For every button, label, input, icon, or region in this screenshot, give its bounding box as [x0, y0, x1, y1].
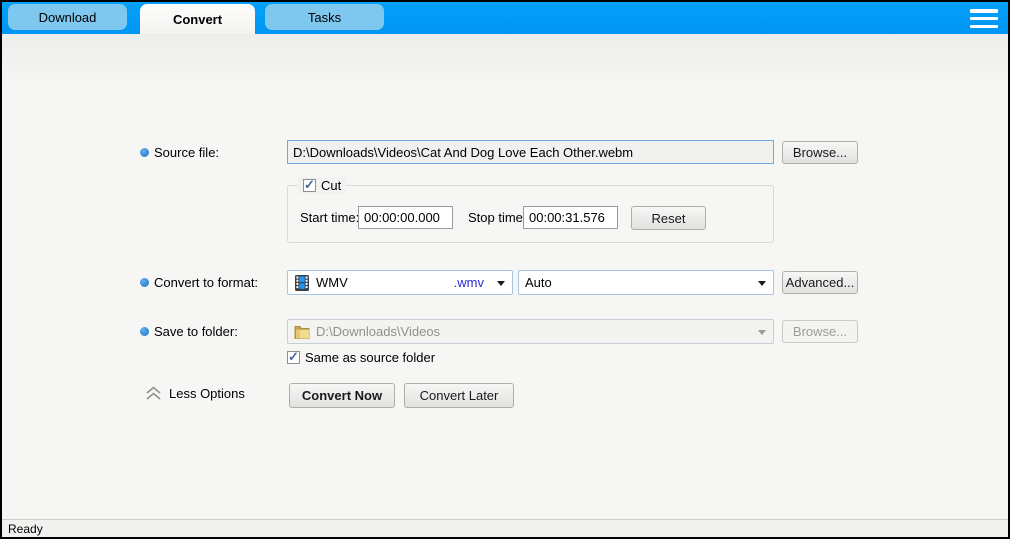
quality-value: Auto [525, 275, 552, 290]
top-tab-bar: Download Convert Tasks [2, 2, 1008, 34]
chevron-down-icon [758, 281, 766, 286]
format-combobox[interactable]: WMV .wmv [287, 270, 513, 295]
status-bar: Ready [2, 519, 1008, 537]
source-browse-button[interactable]: Browse... [782, 141, 858, 164]
convert-format-label: Convert to format: [154, 275, 258, 290]
video-format-icon [294, 275, 310, 291]
convert-panel: Source file: Browse... Cut Start time: S… [2, 34, 1008, 519]
stop-time-input[interactable] [523, 206, 618, 229]
format-extension: .wmv [454, 275, 490, 290]
less-options-toggle[interactable]: Less Options [145, 386, 245, 401]
bullet-icon [140, 327, 149, 336]
bullet-icon [140, 148, 149, 157]
less-options-label: Less Options [169, 386, 245, 401]
tab-convert-label: Convert [173, 12, 222, 27]
save-folder-combobox: D:\Downloads\Videos [287, 319, 774, 344]
tab-tasks-label: Tasks [308, 10, 341, 25]
hamburger-menu-icon[interactable] [970, 9, 998, 28]
tab-download-label: Download [39, 10, 97, 25]
start-time-input[interactable] [358, 206, 453, 229]
cut-label: Cut [321, 178, 341, 193]
app-window: Download Convert Tasks Source file: Brow… [0, 0, 1010, 539]
status-text: Ready [8, 522, 43, 536]
reset-button[interactable]: Reset [631, 206, 706, 230]
same-as-source-checkbox[interactable] [287, 351, 300, 364]
format-name: WMV [316, 275, 348, 290]
chevron-down-icon [758, 330, 766, 335]
double-chevron-up-icon [145, 386, 162, 401]
chevron-down-icon [497, 281, 505, 286]
same-as-source-label: Same as source folder [305, 350, 435, 365]
quality-combobox[interactable]: Auto [518, 270, 774, 295]
source-file-input[interactable] [287, 140, 774, 164]
convert-now-button[interactable]: Convert Now [289, 383, 395, 408]
tab-download[interactable]: Download [8, 4, 127, 30]
cut-checkbox[interactable] [303, 179, 316, 192]
cut-group: Cut Start time: Stop time: Reset [287, 185, 774, 243]
source-file-label: Source file: [154, 145, 219, 160]
tab-tasks[interactable]: Tasks [265, 4, 384, 30]
convert-later-button[interactable]: Convert Later [404, 383, 514, 408]
folder-browse-button: Browse... [782, 320, 858, 343]
stop-time-label: Stop time: [468, 210, 527, 225]
start-time-label: Start time: [300, 210, 359, 225]
bullet-icon [140, 278, 149, 287]
tab-convert[interactable]: Convert [140, 4, 255, 34]
advanced-button[interactable]: Advanced... [782, 271, 858, 294]
save-folder-path: D:\Downloads\Videos [316, 324, 440, 339]
save-folder-label: Save to folder: [154, 324, 238, 339]
cut-legend: Cut [298, 177, 346, 194]
folder-icon [294, 325, 310, 339]
same-as-source-row[interactable]: Same as source folder [287, 350, 435, 365]
